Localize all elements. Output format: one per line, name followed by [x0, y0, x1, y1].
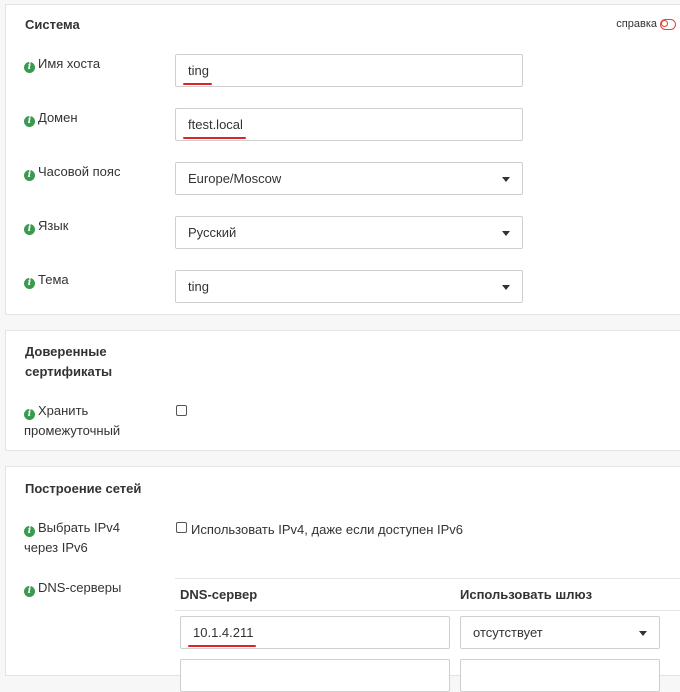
- store-intermediate-label: i Хранить промежуточный: [24, 401, 164, 441]
- language-value: Русский: [188, 225, 237, 240]
- info-icon[interactable]: i: [24, 586, 35, 597]
- dns-servers-table: DNS-сервер Использовать шлюз 10.1.4.211 …: [175, 578, 680, 692]
- info-icon[interactable]: i: [24, 278, 35, 289]
- timezone-select[interactable]: Europe/Moscow: [175, 162, 523, 195]
- prefer-ipv4-checkbox[interactable]: [176, 522, 187, 533]
- hostname-label-text: Имя хоста: [38, 56, 101, 71]
- theme-select[interactable]: ting: [175, 270, 523, 303]
- info-icon[interactable]: i: [24, 116, 35, 127]
- dns-servers-label-text: DNS-серверы: [38, 580, 122, 595]
- store-label-line2: промежуточный: [24, 423, 121, 438]
- store-label-line1: Хранить: [38, 403, 89, 418]
- language-label-text: Язык: [38, 218, 69, 233]
- ipv4-label: i Выбрать IPv4 через IPv6: [24, 518, 164, 558]
- certs-title-line1: Доверенные: [25, 344, 107, 359]
- prefer-ipv4-checkbox-label[interactable]: Использовать IPv4, даже если доступен IP…: [191, 520, 463, 540]
- info-icon[interactable]: i: [24, 526, 35, 537]
- info-icon[interactable]: i: [24, 224, 35, 235]
- store-intermediate-checkbox[interactable]: [176, 405, 187, 416]
- caret-down-icon: [639, 631, 647, 636]
- info-icon[interactable]: i: [24, 409, 35, 420]
- theme-label-text: Тема: [38, 272, 69, 287]
- dns-server-value: 10.1.4.211: [193, 625, 254, 640]
- certs-title-line2: сертификаты: [25, 364, 113, 379]
- timezone-label: i Часовой пояс: [24, 162, 164, 182]
- gateway-value: отсутствует: [473, 625, 543, 640]
- hostname-label: i Имя хоста: [24, 54, 164, 74]
- caret-down-icon: [502, 231, 510, 236]
- system-section-title: Система: [25, 17, 80, 32]
- networking-section-title: Построение сетей: [25, 481, 142, 496]
- gateway-select[interactable]: отсутствует: [460, 616, 660, 649]
- language-select[interactable]: Русский: [175, 216, 523, 249]
- dns-servers-label: i DNS-серверы: [24, 578, 164, 598]
- domain-value: ftest.local: [188, 117, 243, 132]
- table-header-divider: [175, 610, 680, 611]
- timezone-label-text: Часовой пояс: [38, 164, 121, 179]
- domain-label-text: Домен: [38, 110, 78, 125]
- language-label: i Язык: [24, 216, 164, 236]
- domain-input[interactable]: ftest.local: [175, 108, 523, 141]
- dns-server-input[interactable]: 10.1.4.211: [180, 616, 450, 649]
- caret-down-icon: [502, 285, 510, 290]
- help-toggle-label: справка: [616, 18, 657, 30]
- ipv4-label-line1: Выбрать IPv4: [38, 520, 120, 535]
- theme-value: ting: [188, 279, 209, 294]
- hostname-input[interactable]: ting: [175, 54, 523, 87]
- redaction-underline: [183, 83, 212, 85]
- hostname-value: ting: [188, 63, 209, 78]
- redaction-underline: [183, 137, 246, 139]
- theme-label: i Тема: [24, 270, 164, 290]
- ipv4-label-line2: через IPv6: [24, 540, 88, 555]
- toggle-off-icon[interactable]: [660, 18, 676, 30]
- caret-down-icon: [502, 177, 510, 182]
- help-toggle[interactable]: справка: [616, 18, 676, 30]
- certs-section-title: Доверенные сертификаты: [25, 342, 112, 382]
- info-icon[interactable]: i: [24, 170, 35, 181]
- redaction-underline: [188, 645, 257, 647]
- info-icon[interactable]: i: [24, 62, 35, 73]
- timezone-value: Europe/Moscow: [188, 171, 282, 186]
- col-header-use-gateway: Использовать шлюз: [460, 587, 593, 602]
- domain-label: i Домен: [24, 108, 164, 128]
- system-panel: Система справка: [5, 4, 680, 315]
- col-header-dns-server: DNS-сервер: [180, 587, 258, 602]
